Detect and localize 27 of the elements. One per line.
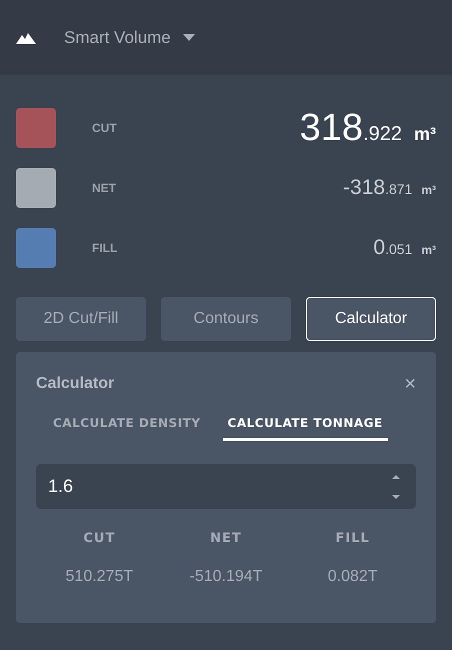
- mountain-icon: [16, 32, 36, 44]
- volume-label: NET: [92, 181, 117, 195]
- density-field[interactable]: 1.6: [36, 464, 416, 509]
- result-value: -510.194T: [188, 568, 264, 586]
- spinner-icon[interactable]: [391, 474, 401, 500]
- result-value: 510.275T: [64, 568, 134, 586]
- view-tab[interactable]: Calculator: [306, 297, 436, 341]
- view-title: Smart Volume: [64, 28, 171, 48]
- mode-tab[interactable]: CALCULATE TONNAGE: [222, 412, 388, 441]
- view-tab[interactable]: 2D Cut/Fill: [16, 297, 146, 341]
- volume-value: 318.922: [300, 106, 402, 150]
- unit-label: m³: [421, 243, 436, 257]
- volume-value: -318.871: [343, 176, 412, 200]
- volume-label: FILL: [92, 241, 118, 255]
- volume-value: 0.051: [373, 236, 412, 260]
- close-button[interactable]: ×: [404, 374, 416, 394]
- result-heading: NET: [209, 531, 243, 546]
- result-heading: FILL: [334, 531, 371, 546]
- result-value: 0.082T: [326, 568, 379, 586]
- view-tab[interactable]: Contours: [161, 297, 291, 341]
- mode-tab[interactable]: CALCULATE DENSITY: [48, 412, 206, 441]
- result-heading: CUT: [82, 531, 116, 546]
- unit-label: m³: [421, 183, 436, 197]
- volume-label: CUT: [92, 121, 118, 135]
- caret-icon[interactable]: [182, 34, 195, 41]
- unit-label: m³: [414, 124, 436, 144]
- panel-title: Calculator: [36, 375, 114, 393]
